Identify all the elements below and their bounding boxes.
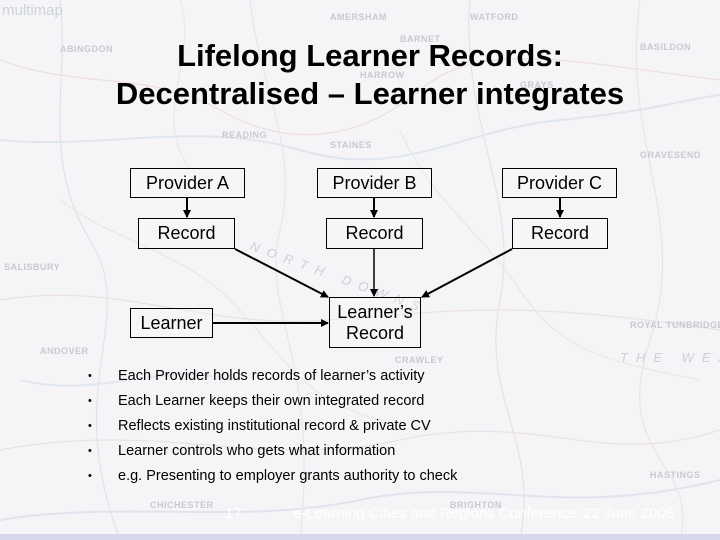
slide-footer: 17 e-Learning Cities and Regions Confere… bbox=[0, 505, 720, 527]
map-label: HASTINGS bbox=[650, 470, 701, 480]
title-line-2: Decentralised – Learner integrates bbox=[115, 76, 625, 111]
bullet-text: Learner controls who gets what informati… bbox=[118, 443, 396, 459]
map-label: ANDOVER bbox=[40, 346, 89, 356]
bullet-marker: • bbox=[88, 445, 92, 457]
bullet-text: Each Learner keeps their own integrated … bbox=[118, 393, 425, 409]
map-label: THE WEALD bbox=[620, 350, 720, 365]
slide-title: Lifelong Learner Records: Decentralised … bbox=[0, 37, 720, 113]
map-label: GRAVESEND bbox=[640, 150, 701, 160]
map-label: WATFORD bbox=[470, 12, 519, 22]
map-label: STAINES bbox=[330, 140, 372, 150]
map-label: SALISBURY bbox=[4, 262, 61, 272]
record-c-box: Record bbox=[512, 218, 608, 249]
record-b-label: Record bbox=[345, 223, 404, 243]
learners-record-box: Learner’s Record bbox=[329, 297, 421, 348]
map-label: CRAWLEY bbox=[395, 355, 444, 365]
map-label: AMERSHAM bbox=[330, 12, 387, 22]
learner-box: Learner bbox=[130, 308, 213, 338]
map-label: READING bbox=[222, 130, 268, 140]
provider-c-box: Provider C bbox=[502, 168, 617, 198]
bullet-marker: • bbox=[88, 470, 92, 482]
slide-number: 17 bbox=[225, 505, 242, 522]
bullet-marker: • bbox=[88, 395, 92, 407]
learners-record-label-line-1: Learner’s bbox=[337, 301, 413, 322]
title-line-1: Lifelong Learner Records: bbox=[177, 38, 563, 73]
bottom-band bbox=[0, 534, 720, 540]
learner-label: Learner bbox=[140, 312, 203, 333]
provider-b-label: Provider B bbox=[332, 172, 417, 193]
slide: AMERSHAM WATFORD BARNET HARROW ABINGDON … bbox=[0, 0, 720, 540]
footer-date: 22 June 2005 bbox=[583, 505, 674, 522]
record-c-label: Record bbox=[530, 223, 590, 243]
record-a-box: Record bbox=[138, 218, 235, 249]
footer-conference: e-Learning Cities and Regions Conference bbox=[293, 505, 577, 522]
record-a-label: Record bbox=[157, 223, 216, 243]
bullet-marker: • bbox=[88, 420, 92, 432]
provider-b-box: Provider B bbox=[317, 168, 432, 198]
bullet-text: Each Provider holds records of learner’s… bbox=[118, 368, 425, 384]
multimap-watermark: multimap bbox=[2, 2, 63, 19]
learners-record-label-line-2: Record bbox=[345, 322, 405, 343]
provider-a-label: Provider A bbox=[145, 172, 230, 193]
provider-a-box: Provider A bbox=[130, 168, 245, 198]
bullet-text: e.g. Presenting to employer grants autho… bbox=[118, 468, 458, 484]
map-label: ROYAL TUNBRIDGE WELLS bbox=[630, 320, 720, 330]
bullet-marker: • bbox=[88, 370, 92, 382]
record-b-box: Record bbox=[326, 218, 423, 249]
provider-c-label: Provider C bbox=[516, 172, 603, 193]
bullet-text: Reflects existing institutional record &… bbox=[118, 418, 431, 434]
